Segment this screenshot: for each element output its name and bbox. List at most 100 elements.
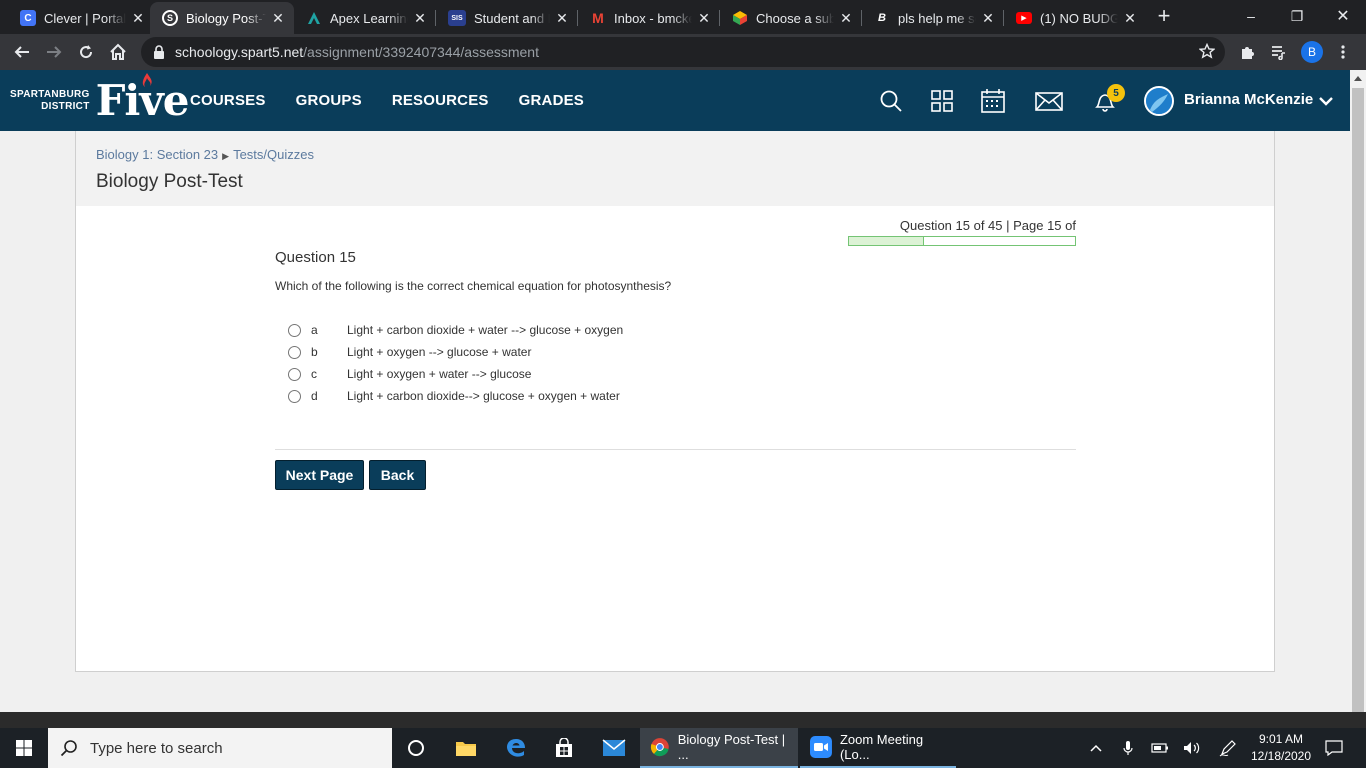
scroll-thumb[interactable] bbox=[1352, 88, 1364, 740]
restore-button[interactable]: ❐ bbox=[1274, 0, 1320, 32]
edge-button[interactable] bbox=[492, 728, 540, 768]
close-tab-icon[interactable]: ✕ bbox=[130, 10, 146, 26]
playlist-icon bbox=[1272, 46, 1285, 60]
radio-button[interactable] bbox=[288, 389, 301, 403]
show-hidden-icons-button[interactable] bbox=[1084, 728, 1108, 768]
radio-button[interactable] bbox=[288, 345, 301, 359]
tab-clever[interactable]: C Clever | Portal ✕ bbox=[8, 2, 154, 34]
clock-time: 9:01 AM bbox=[1258, 732, 1304, 746]
divider bbox=[275, 449, 1076, 450]
logo-district-text: SPARTANBURG DISTRICT bbox=[10, 89, 90, 112]
answer-option-c[interactable]: c Light + oxygen + water --> glucose bbox=[288, 363, 623, 385]
next-page-button[interactable]: Next Page bbox=[275, 460, 364, 490]
mail-icon bbox=[602, 739, 626, 756]
close-tab-icon[interactable]: ✕ bbox=[1122, 10, 1138, 26]
close-tab-icon[interactable]: ✕ bbox=[270, 10, 286, 26]
breadcrumb-folder-link[interactable]: Tests/Quizzes bbox=[233, 147, 314, 162]
answer-text: Light + carbon dioxide + water --> gluco… bbox=[347, 323, 624, 337]
extensions-button[interactable] bbox=[1233, 38, 1261, 66]
district-logo[interactable]: SPARTANBURG DISTRICT Five bbox=[10, 73, 190, 126]
window-close-button[interactable]: ✕ bbox=[1320, 0, 1366, 32]
close-tab-icon[interactable]: ✕ bbox=[980, 10, 996, 26]
reading-list-button[interactable] bbox=[1265, 38, 1293, 66]
store-button[interactable] bbox=[540, 728, 588, 768]
pen-tray[interactable] bbox=[1216, 728, 1240, 768]
user-avatar[interactable] bbox=[1144, 86, 1174, 116]
folder-icon bbox=[456, 742, 476, 756]
page-scrollbar[interactable] bbox=[1350, 70, 1366, 740]
windows-taskbar: Type here to search Biology Post-Test | … bbox=[0, 728, 1366, 768]
taskbar-zoom-app[interactable]: Zoom Meeting (Lo... bbox=[800, 728, 956, 768]
tab-brainly[interactable]: B pls help me solve ✕ bbox=[862, 2, 1004, 34]
nav-resources[interactable]: RESOURCES bbox=[392, 92, 489, 109]
microphone-tray[interactable] bbox=[1116, 728, 1140, 768]
close-tab-icon[interactable]: ✕ bbox=[412, 10, 428, 26]
chevron-down-icon[interactable] bbox=[1318, 95, 1334, 107]
tab-gmail[interactable]: M Inbox - bmckenzie ✕ bbox=[578, 2, 720, 34]
cube-icon bbox=[732, 10, 748, 26]
zoom-icon bbox=[810, 736, 832, 758]
mail-icon[interactable] bbox=[1034, 88, 1064, 114]
close-tab-icon[interactable]: ✕ bbox=[696, 10, 712, 26]
user-name[interactable]: Brianna McKenzie bbox=[1184, 91, 1313, 108]
browser-menu-button[interactable] bbox=[1329, 38, 1357, 66]
question-heading: Question 15 bbox=[275, 249, 356, 266]
tab-schoology[interactable]: S Biology Post-Test | Schoology ✕ bbox=[150, 2, 294, 34]
home-button[interactable] bbox=[104, 38, 132, 66]
battery-icon bbox=[1151, 743, 1168, 753]
search-icon[interactable] bbox=[878, 88, 904, 114]
tab-sis[interactable]: SIS Student and Parent Sign In ✕ bbox=[436, 2, 578, 34]
answer-text: Light + oxygen + water --> glucose bbox=[347, 367, 532, 381]
minimize-button[interactable]: – bbox=[1228, 0, 1274, 32]
back-nav-button[interactable] bbox=[8, 38, 36, 66]
taskbar-search-box[interactable]: Type here to search bbox=[48, 728, 392, 768]
back-button[interactable]: Back bbox=[369, 460, 426, 490]
close-tab-icon[interactable]: ✕ bbox=[554, 10, 570, 26]
nav-grades[interactable]: GRADES bbox=[519, 92, 584, 109]
mail-app-button[interactable] bbox=[590, 728, 638, 768]
chrome-icon bbox=[650, 738, 669, 757]
taskbar-chrome-app[interactable]: Biology Post-Test | ... bbox=[640, 728, 798, 768]
taskbar-clock[interactable]: 9:01 AM 12/18/2020 bbox=[1246, 731, 1316, 765]
forward-nav-button[interactable] bbox=[40, 38, 68, 66]
reload-button[interactable] bbox=[72, 38, 100, 66]
answer-option-d[interactable]: d Light + carbon dioxide--> glucose + ox… bbox=[288, 385, 623, 407]
tab-youtube[interactable]: ▶ (1) NO BUDGET ✕ bbox=[1004, 2, 1146, 34]
file-explorer-button[interactable] bbox=[442, 728, 490, 768]
close-tab-icon[interactable]: ✕ bbox=[838, 10, 854, 26]
breadcrumb-course-link[interactable]: Biology 1: Section 23 bbox=[96, 147, 218, 162]
answer-option-a[interactable]: a Light + carbon dioxide + water --> glu… bbox=[288, 319, 623, 341]
answer-option-b[interactable]: b Light + oxygen --> glucose + water bbox=[288, 341, 623, 363]
nav-groups[interactable]: GROUPS bbox=[296, 92, 362, 109]
edge-icon bbox=[507, 739, 525, 757]
page-header-band: Biology 1: Section 23 ▶ Tests/Quizzes Biol… bbox=[76, 131, 1274, 206]
bookmark-star-icon[interactable] bbox=[1199, 43, 1215, 59]
scroll-up-icon[interactable] bbox=[1354, 76, 1362, 81]
url-path: /assignment/3392407344/assessment bbox=[303, 44, 539, 60]
volume-tray[interactable] bbox=[1180, 728, 1204, 768]
bottom-strip bbox=[0, 712, 1366, 728]
new-tab-button[interactable]: + bbox=[1153, 5, 1175, 28]
radio-button[interactable] bbox=[288, 367, 301, 381]
radio-button[interactable] bbox=[288, 323, 301, 337]
assessment-panel: Biology 1: Section 23 ▶ Tests/Quizzes Biol… bbox=[75, 131, 1275, 672]
nav-courses[interactable]: COURSES bbox=[190, 92, 266, 109]
calendar-icon[interactable] bbox=[980, 88, 1006, 114]
avatar-image bbox=[1146, 88, 1172, 114]
action-center-button[interactable] bbox=[1322, 728, 1346, 768]
taskbar-app-label: Zoom Meeting (Lo... bbox=[839, 732, 924, 762]
battery-tray[interactable] bbox=[1148, 728, 1172, 768]
microphone-icon bbox=[1123, 741, 1133, 755]
apps-grid-icon[interactable] bbox=[929, 88, 955, 114]
tab-choose-subject[interactable]: Choose a subject ✕ bbox=[720, 2, 862, 34]
start-button[interactable] bbox=[0, 728, 48, 768]
progress-bar bbox=[848, 236, 1076, 246]
task-view-button[interactable] bbox=[392, 728, 440, 768]
answer-letter: c bbox=[311, 367, 317, 381]
address-bar[interactable]: schoology.spart5.net/assignment/33924073… bbox=[141, 37, 1225, 67]
apex-icon bbox=[306, 10, 322, 26]
browser-profile-avatar[interactable]: B bbox=[1301, 41, 1323, 63]
tab-apex[interactable]: Apex Learning ✕ bbox=[294, 2, 436, 34]
arrow-left-icon bbox=[14, 46, 29, 58]
search-icon bbox=[60, 740, 77, 757]
